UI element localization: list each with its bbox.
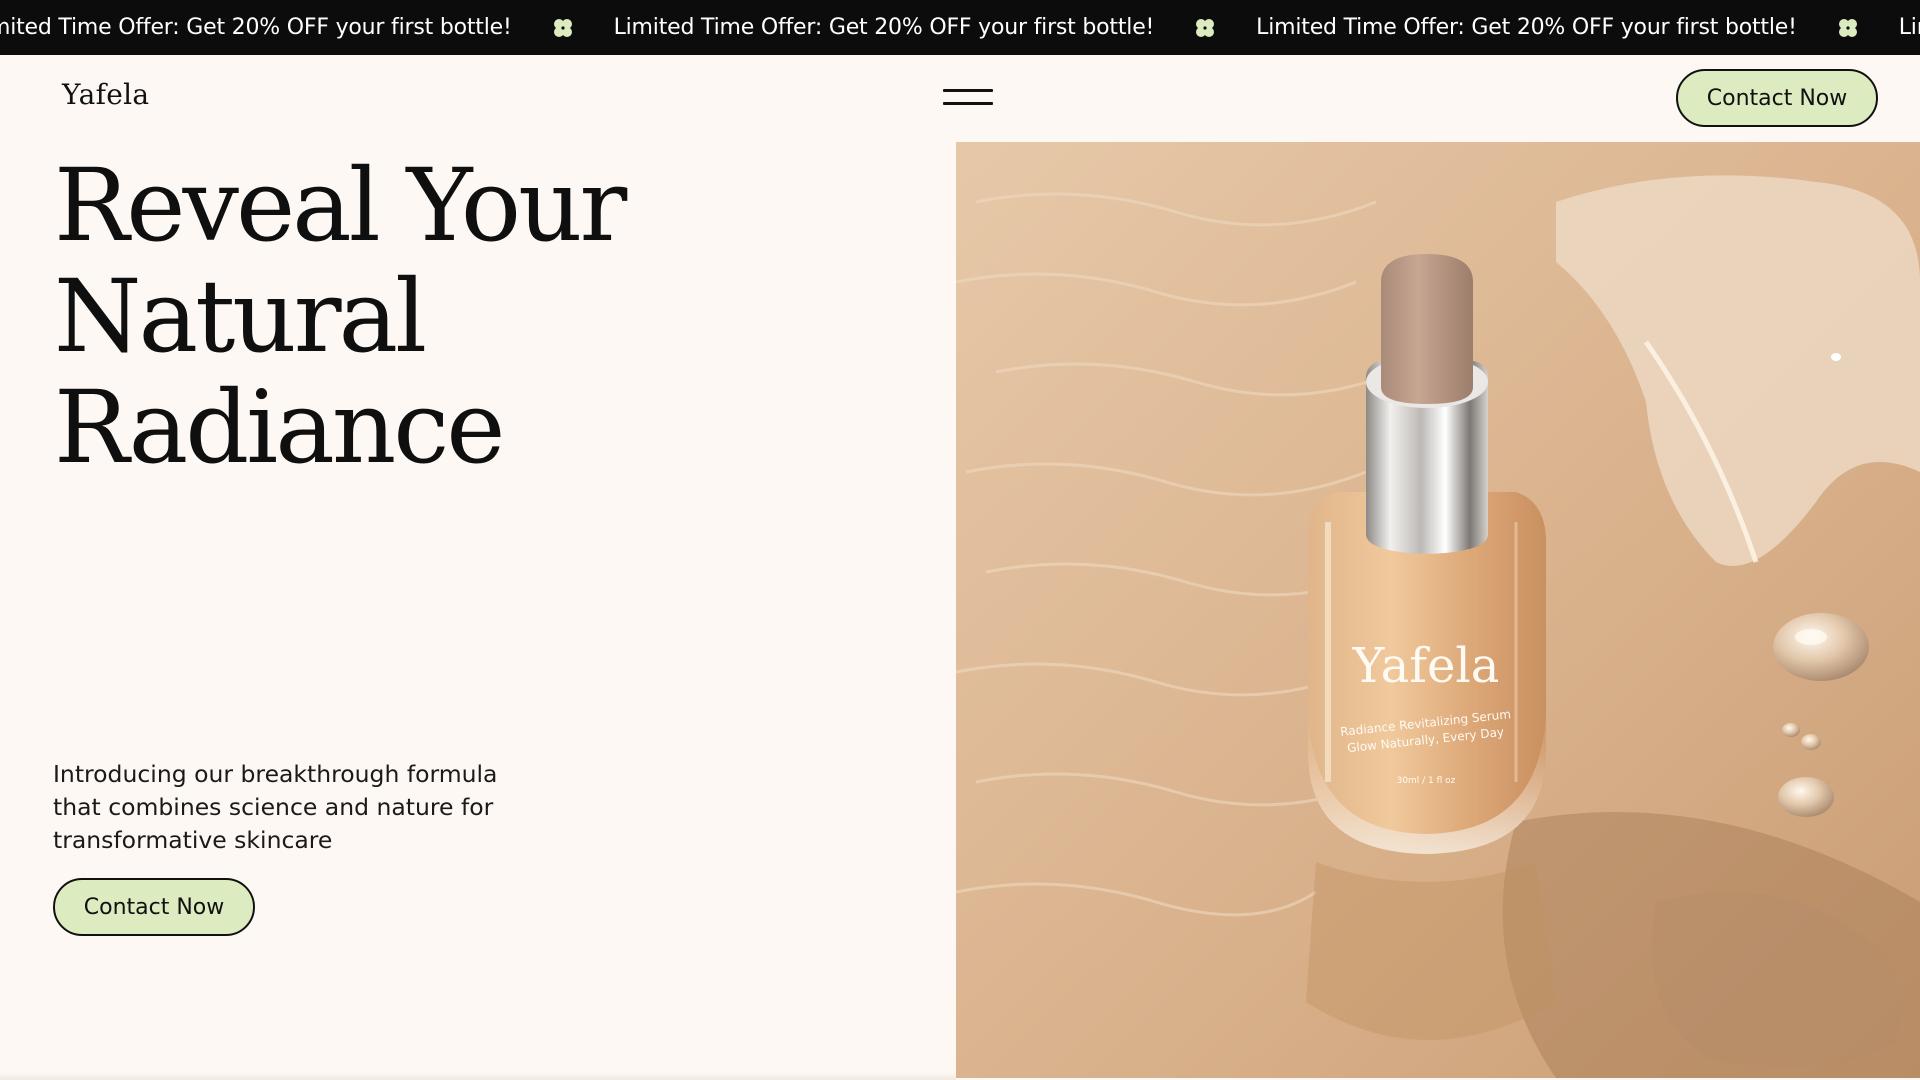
announcement-text: Limited Time Offer: Get 20% OFF your fir…	[613, 15, 1155, 40]
clover-icon	[1837, 17, 1859, 39]
announcement-text: Limited Time Offer: Get 20% OFF your fir…	[1898, 15, 1920, 40]
clover-icon	[552, 17, 574, 39]
announcement-track: Limited Time Offer: Get 20% OFF your fir…	[0, 0, 1920, 55]
bottle-brand: Yafela	[1352, 638, 1500, 694]
hamburger-menu-icon[interactable]	[943, 88, 993, 108]
menu-line	[943, 89, 993, 92]
bottom-fade	[0, 1073, 956, 1080]
product-image: Yafela Radiance Revitalizing Serum Glow …	[956, 142, 1920, 1078]
menu-line	[943, 102, 993, 105]
announcement-text: Limited Time Offer: Get 20% OFF your fir…	[0, 15, 512, 40]
hero-description: Introducing our breakthrough formula tha…	[53, 760, 498, 854]
hero-contact-button[interactable]: Contact Now	[53, 878, 255, 936]
bottle-volume: 30ml / 1 fl oz	[1397, 776, 1456, 786]
headline-line: Radiance	[54, 369, 505, 486]
clover-icon	[1194, 17, 1216, 39]
header-contact-button[interactable]: Contact Now	[1676, 69, 1878, 127]
headline-line: Natural	[54, 258, 427, 375]
announcement-text: Limited Time Offer: Get 20% OFF your fir…	[1256, 15, 1797, 40]
announcement-bar: Limited Time Offer: Get 20% OFF your fir…	[0, 0, 1920, 55]
site-logo[interactable]: Yafela	[62, 78, 149, 111]
headline-line: Reveal Your	[54, 147, 627, 264]
hero-headline: Reveal Your Natural Radiance	[54, 147, 627, 486]
